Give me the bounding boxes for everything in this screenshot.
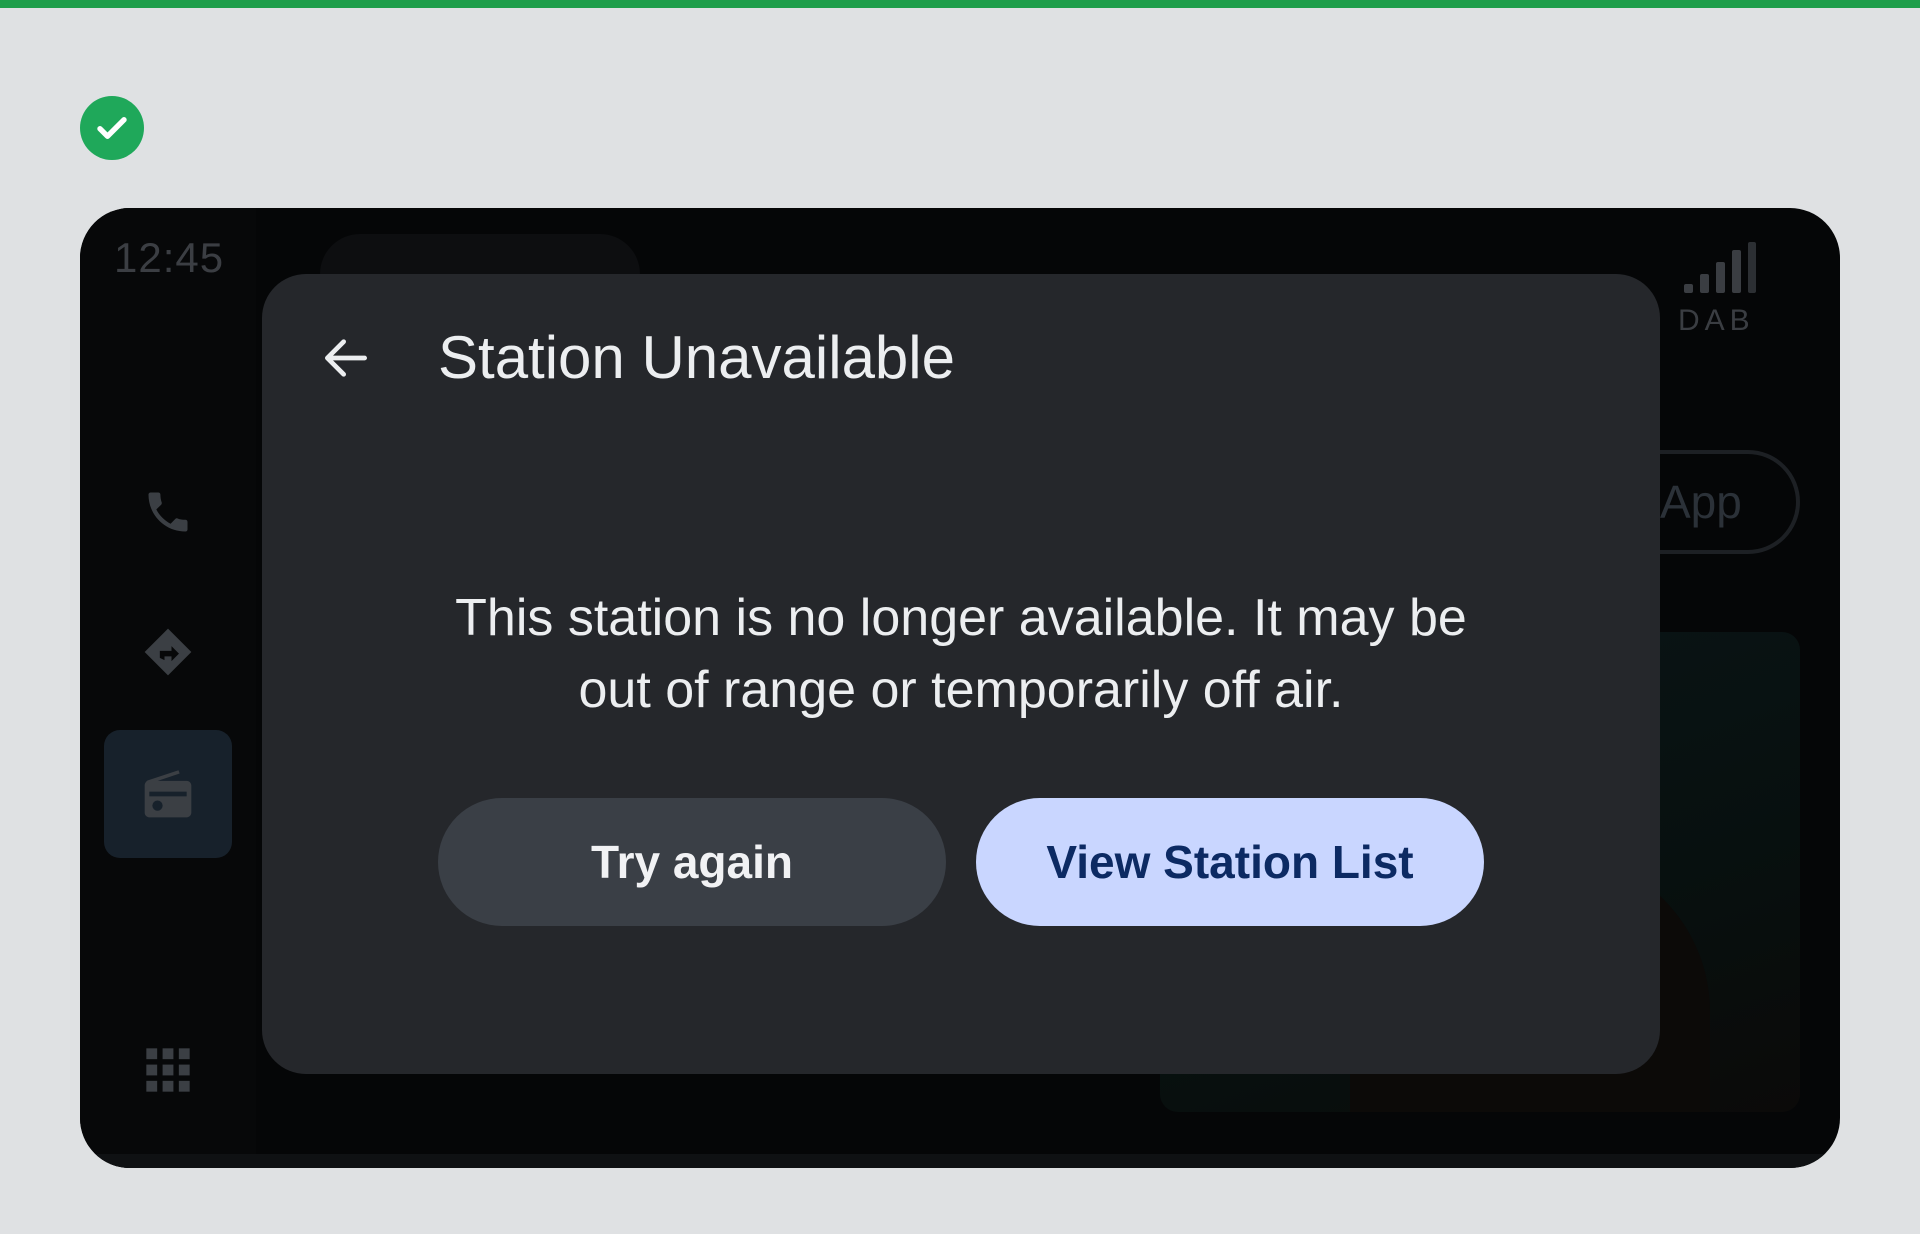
- radio-icon[interactable]: [104, 730, 232, 858]
- back-button[interactable]: [302, 314, 390, 402]
- app-grid-icon[interactable]: [120, 1022, 216, 1118]
- network-label: DAB: [1678, 304, 1755, 337]
- car-display: 12:45 DAB App Station Unavailable This s…: [80, 208, 1840, 1168]
- checkmark-icon: [80, 96, 144, 160]
- navigation-rail: 12:45: [80, 208, 256, 1168]
- view-station-list-button[interactable]: View Station List: [976, 798, 1484, 926]
- bottom-strip: [80, 1154, 1840, 1168]
- top-accent-bar: [0, 0, 1920, 8]
- phone-icon[interactable]: [120, 464, 216, 560]
- station-unavailable-dialog: Station Unavailable This station is no l…: [262, 274, 1660, 1074]
- try-again-button[interactable]: Try again: [438, 798, 946, 926]
- navigation-icon[interactable]: [120, 604, 216, 700]
- dialog-title: Station Unavailable: [438, 324, 956, 391]
- status-clock: 12:45: [114, 234, 225, 281]
- arrow-back-icon: [325, 339, 367, 377]
- dialog-message: This station is no longer available. It …: [455, 589, 1467, 719]
- signal-strength-icon: [1680, 240, 1760, 301]
